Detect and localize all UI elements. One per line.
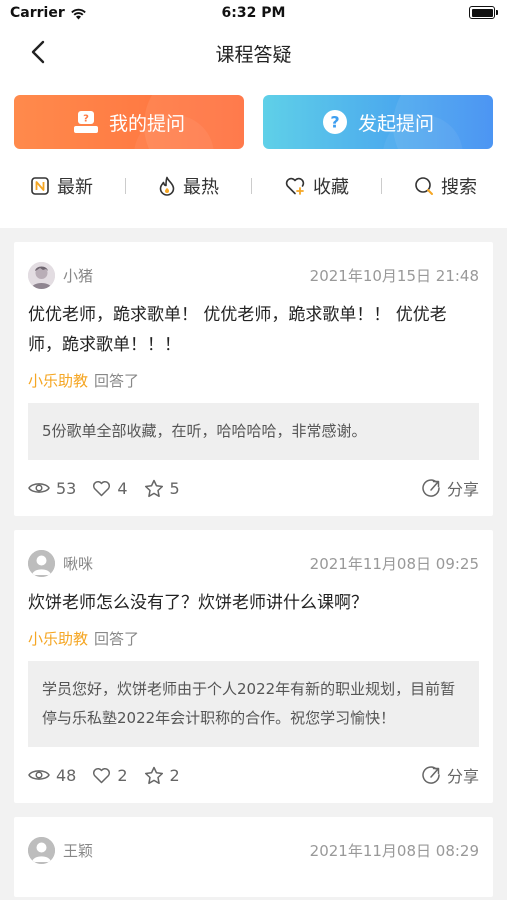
- star-icon: [144, 766, 163, 784]
- filter-hottest[interactable]: 最热: [158, 173, 219, 199]
- user-avatar-icon: [28, 261, 55, 289]
- filter-bar: 最新 最热 收藏 搜索: [0, 168, 507, 204]
- like-button[interactable]: 4: [92, 478, 128, 498]
- stars-count: 2: [169, 765, 180, 785]
- question-text: 炊饼老师怎么没有了？炊饼老师讲什么课啊？: [28, 593, 368, 613]
- avatar: [28, 261, 55, 289]
- post-time: 2021年11月08日 09:25: [309, 554, 479, 573]
- filter-hottest-label: 最热: [183, 177, 219, 198]
- share-icon: [422, 766, 440, 784]
- card-header: 小猪 2021年10月15日 21:48: [28, 256, 479, 294]
- post-time: 2021年11月08日 08:29: [309, 841, 479, 860]
- page-title: 课程答疑: [215, 44, 292, 66]
- user-name: 小猪: [63, 266, 94, 285]
- user-avatar-icon: [28, 549, 55, 577]
- user-name: 王颖: [63, 841, 94, 860]
- avatar: [28, 549, 55, 577]
- svg-text:?: ?: [83, 114, 89, 125]
- user-question-icon: ?: [73, 111, 98, 133]
- flame-icon: [159, 176, 175, 196]
- question-card[interactable]: 小猪 2021年10月15日 21:48 优优老师，跪求歌单！ 优优老师，跪求歌…: [14, 242, 493, 516]
- answered-label: 回答了: [94, 630, 140, 648]
- card-header: 啾咪 2021年11月08日 09:25: [28, 544, 479, 582]
- views-count: 48: [56, 765, 77, 785]
- star-icon: [144, 479, 163, 497]
- like-button[interactable]: 2: [92, 765, 128, 785]
- search-icon: [415, 177, 433, 195]
- filter-latest-label: 最新: [57, 177, 93, 198]
- navigation-bar: 课程答疑: [0, 28, 507, 76]
- divider: [381, 178, 382, 194]
- answered-line: 小乐助教 回答了: [28, 370, 479, 391]
- question-card[interactable]: 王颖 2021年11月08日 08:29: [14, 817, 493, 897]
- question-list: 小猪 2021年10月15日 21:48 优优老师，跪求歌单！ 优优老师，跪求歌…: [14, 242, 493, 900]
- views-stat: 53: [28, 479, 76, 498]
- share-label: 分享: [446, 767, 479, 786]
- user-name: 啾咪: [63, 554, 94, 573]
- card-footer: 48 2 2 分享: [28, 747, 479, 803]
- card-footer: 53 4 5 分享: [28, 460, 479, 516]
- views-stat: 48: [28, 766, 76, 785]
- answerer-name[interactable]: 小乐助教: [28, 372, 88, 390]
- stars-count: 5: [169, 478, 180, 498]
- ask-question-button[interactable]: ? 发起提问: [263, 95, 493, 149]
- divider: [251, 178, 252, 194]
- answer-text: 学员您好，炊饼老师由于个人2022年有新的职业规划，目前暂停与乐私塾2022年会…: [28, 661, 479, 747]
- card-header: 王颖 2021年11月08日 08:29: [28, 831, 479, 869]
- heart-icon: [93, 767, 111, 783]
- avatar: [28, 836, 55, 864]
- filter-search-label: 搜索: [441, 177, 477, 198]
- heart-plus-icon: [285, 177, 305, 195]
- share-button[interactable]: 分享: [421, 763, 479, 787]
- share-button[interactable]: 分享: [421, 476, 479, 500]
- user-avatar-icon: [28, 836, 55, 864]
- question-circle-icon: ?: [322, 110, 347, 134]
- answered-label: 回答了: [94, 372, 140, 390]
- answerer-name[interactable]: 小乐助教: [28, 630, 88, 648]
- answer-text: 5份歌单全部收藏，在听，哈哈哈哈，非常感谢。: [28, 403, 479, 460]
- eye-icon: [28, 770, 50, 780]
- filter-latest[interactable]: 最新: [30, 173, 93, 199]
- heart-icon: [93, 480, 111, 496]
- action-buttons: ? 我的提问 ? 发起提问: [14, 95, 493, 149]
- question-text: 优优老师，跪求歌单！ 优优老师，跪求歌单！！ 优优老师，跪求歌单！！！: [28, 305, 447, 355]
- filter-favorites-label: 收藏: [313, 177, 349, 198]
- favorite-button[interactable]: 5: [144, 479, 180, 498]
- header-area: Carrier 6:32 PM 课程答疑 ? 我的提问 ? 发起提问 最新 最热…: [0, 0, 507, 228]
- status-bar: Carrier 6:32 PM: [0, 0, 507, 28]
- divider: [125, 178, 126, 194]
- likes-count: 2: [117, 765, 128, 785]
- battery-icon: [469, 6, 498, 19]
- share-icon: [422, 479, 440, 497]
- favorite-button[interactable]: 2: [144, 766, 180, 785]
- filter-search[interactable]: 搜索: [414, 173, 477, 199]
- views-count: 53: [56, 478, 77, 498]
- svg-text:?: ?: [330, 113, 339, 132]
- eye-icon: [28, 483, 50, 493]
- status-time: 6:32 PM: [221, 5, 286, 21]
- filter-favorites[interactable]: 收藏: [284, 173, 349, 199]
- question-card[interactable]: 啾咪 2021年11月08日 09:25 炊饼老师怎么没有了？炊饼老师讲什么课啊…: [14, 530, 493, 803]
- likes-count: 4: [117, 478, 128, 498]
- share-label: 分享: [446, 480, 479, 499]
- post-time: 2021年10月15日 21:48: [309, 266, 479, 285]
- my-questions-button[interactable]: ? 我的提问: [14, 95, 244, 149]
- new-icon: [31, 177, 49, 195]
- answered-line: 小乐助教 回答了: [28, 628, 479, 649]
